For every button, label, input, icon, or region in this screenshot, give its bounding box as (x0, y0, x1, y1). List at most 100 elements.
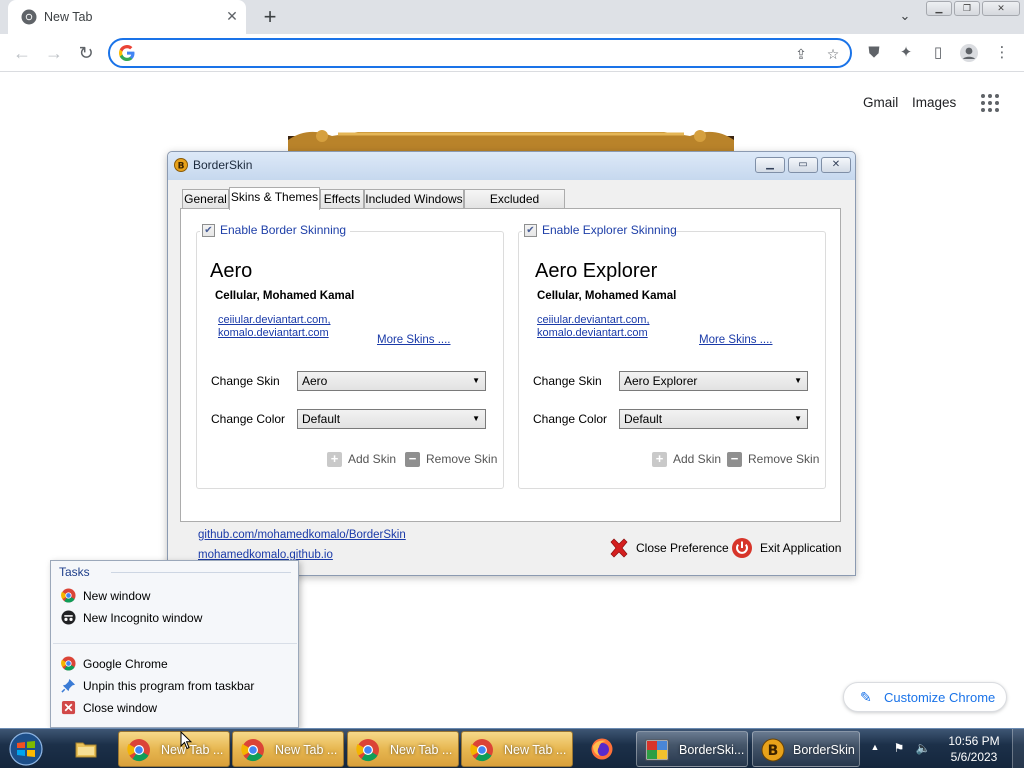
jump-google-chrome[interactable]: Google Chrome (53, 653, 297, 675)
side-panel-icon[interactable]: ▯ (928, 43, 948, 63)
clock-time[interactable]: 10:56 PM (946, 734, 1002, 748)
jump-google-chrome-label: Google Chrome (83, 657, 168, 671)
chrome-icon (61, 656, 76, 671)
tab-new-tab[interactable]: New Tab ✕ (8, 0, 246, 34)
dropdown-arrow-icon: ▼ (794, 376, 802, 385)
explorer-change-skin-label: Change Skin (533, 374, 602, 388)
dropdown-arrow-icon: ▼ (472, 414, 480, 423)
profile-avatar-icon[interactable] (959, 43, 979, 63)
change-skin-label: Change Skin (211, 374, 280, 388)
tray-overflow-icon[interactable]: ▲ (869, 742, 881, 754)
explorer-more-skins-link[interactable]: More Skins .... (699, 334, 773, 346)
toolbar: ← → ↻ ⇪ ☆ ⛊ ✦ ▯ ⋮ (0, 34, 1024, 72)
enable-explorer-skinning-label[interactable]: Enable Explorer Skinning (542, 223, 677, 237)
show-desktop-button[interactable] (1012, 729, 1024, 768)
address-input[interactable] (144, 43, 784, 63)
customize-chrome-label: Customize Chrome (884, 690, 996, 705)
share-icon[interactable]: ⇪ (792, 45, 810, 63)
tab-skins-themes[interactable]: Skins & Themes (229, 187, 320, 210)
enable-border-skinning-label[interactable]: Enable Border Skinning (220, 223, 346, 237)
explorer-add-skin-button[interactable]: + Add Skin (652, 452, 721, 470)
pencil-icon: ✎ (860, 689, 872, 705)
forward-button[interactable]: → (42, 41, 66, 65)
more-skins-link[interactable]: More Skins .... (377, 334, 451, 346)
explorer-author-link-2[interactable]: komalo.deviantart.com (537, 327, 648, 339)
chrome-icon (241, 739, 264, 762)
minimize-button[interactable]: ▁ (926, 1, 952, 16)
exit-application-button[interactable]: Exit Application (731, 537, 843, 561)
tab-included-windows[interactable]: Included Windows (364, 189, 464, 209)
bs-close-button[interactable]: ✕ (821, 157, 851, 173)
explorer-author-link-1[interactable]: ceiiular.deviantart.com, (537, 314, 650, 326)
add-skin-button[interactable]: + Add Skin (327, 452, 396, 470)
window-controls: ▁ ❐ ✕ (926, 1, 1020, 17)
google-apps-icon[interactable] (981, 94, 999, 112)
close-button[interactable]: ✕ (982, 1, 1020, 16)
change-skin-select[interactable]: Aero ▼ (297, 371, 486, 391)
clock-date[interactable]: 5/6/2023 (946, 750, 1002, 764)
taskbar-explorer[interactable] (66, 731, 110, 767)
taskbar-borderskin-2[interactable]: B BorderSkin (752, 731, 860, 767)
taskbar-chrome-3[interactable]: New Tab ... (347, 731, 459, 767)
close-tab-icon[interactable]: ✕ (224, 8, 240, 24)
borderskin-titlebar[interactable]: B BorderSkin ▁ ▭ ✕ (168, 152, 855, 180)
chevron-down-icon[interactable]: ⌄ (896, 8, 914, 26)
omnibox[interactable]: ⇪ ☆ (108, 38, 852, 68)
skins-themes-page: ✔ Enable Border Skinning Aero CeIIular, … (180, 208, 841, 522)
start-button-windows-icon[interactable] (6, 731, 46, 767)
explorer-add-skin-label: Add Skin (673, 452, 722, 466)
jump-close-window-label: Close window (83, 701, 158, 715)
jump-new-incognito-label: New Incognito window (83, 611, 203, 625)
exit-application-label: Exit Application (760, 541, 842, 555)
taskbar-firefox[interactable] (582, 731, 626, 767)
chrome-icon (61, 588, 76, 603)
taskbar-borderskin-2-label: BorderSkin (793, 743, 855, 757)
bs-maximize-button[interactable]: ▭ (788, 157, 818, 173)
jump-new-window[interactable]: New window (53, 585, 297, 607)
bs-minimize-button[interactable]: ▁ (755, 157, 785, 173)
explorer-skin-name: Aero Explorer (535, 260, 658, 282)
jump-unpin[interactable]: Unpin this program from taskbar (53, 675, 297, 697)
action-center-flag-icon[interactable]: ⚑ (891, 740, 907, 756)
jump-new-incognito-window[interactable]: New Incognito window (53, 607, 297, 629)
images-link[interactable]: Images (912, 95, 956, 110)
reload-button[interactable]: ↻ (74, 41, 98, 65)
doodle-image[interactable] (288, 126, 734, 154)
puzzle-extensions-icon[interactable]: ✦ (896, 43, 916, 63)
enable-explorer-skinning-checkbox[interactable]: ✔ (524, 224, 537, 237)
taskbar-chrome-1[interactable]: New Tab ... (118, 731, 230, 767)
jump-close-window[interactable]: Close window (53, 697, 297, 719)
customize-chrome-button[interactable]: ✎ Customize Chrome (843, 682, 1007, 712)
tab-general[interactable]: General (182, 189, 229, 209)
author-link-2[interactable]: komalo.deviantart.com (218, 327, 329, 339)
new-tab-button[interactable]: + (258, 5, 282, 29)
jump-list-header: Tasks (59, 565, 90, 579)
github-link[interactable]: github.com/mohamedkomalo/BorderSkin (198, 529, 406, 541)
explorer-change-color-select[interactable]: Default ▼ (619, 409, 808, 429)
remove-skin-button[interactable]: − Remove Skin (405, 452, 497, 470)
close-preference-button[interactable]: Close Preference (608, 537, 729, 561)
taskbar-borderskin-1[interactable]: BorderSki... (636, 731, 748, 767)
tab-excluded-windows[interactable]: Excluded Windows (464, 189, 565, 224)
volume-icon[interactable]: 🔈 (915, 740, 931, 756)
svg-text:B: B (768, 743, 779, 759)
taskbar-borderskin-1-label: BorderSki... (679, 743, 745, 757)
tab-effects[interactable]: Effects (320, 189, 364, 209)
taskbar-chrome-2[interactable]: New Tab ... (232, 731, 344, 767)
enable-border-skinning-checkbox[interactable]: ✔ (202, 224, 215, 237)
explorer-change-skin-select[interactable]: Aero Explorer ▼ (619, 371, 808, 391)
skin-name: Aero (210, 260, 253, 282)
border-skinning-legend: ✔ Enable Border Skinning (200, 223, 350, 239)
author-link-1[interactable]: ceiiular.deviantart.com, (218, 314, 331, 326)
star-icon[interactable]: ☆ (824, 45, 842, 63)
restore-button[interactable]: ❐ (954, 1, 980, 16)
borderskin-logo-icon: B (761, 738, 785, 762)
kebab-menu-icon[interactable]: ⋮ (992, 43, 1012, 63)
gmail-link[interactable]: Gmail (863, 95, 898, 110)
shield-extension-icon[interactable]: ⛊ (864, 43, 884, 63)
taskbar-chrome-4[interactable]: New Tab ... (461, 731, 573, 767)
explorer-remove-skin-button[interactable]: − Remove Skin (727, 452, 819, 470)
plus-icon: + (652, 452, 667, 468)
change-color-select[interactable]: Default ▼ (297, 409, 486, 429)
back-button[interactable]: ← (10, 41, 34, 65)
